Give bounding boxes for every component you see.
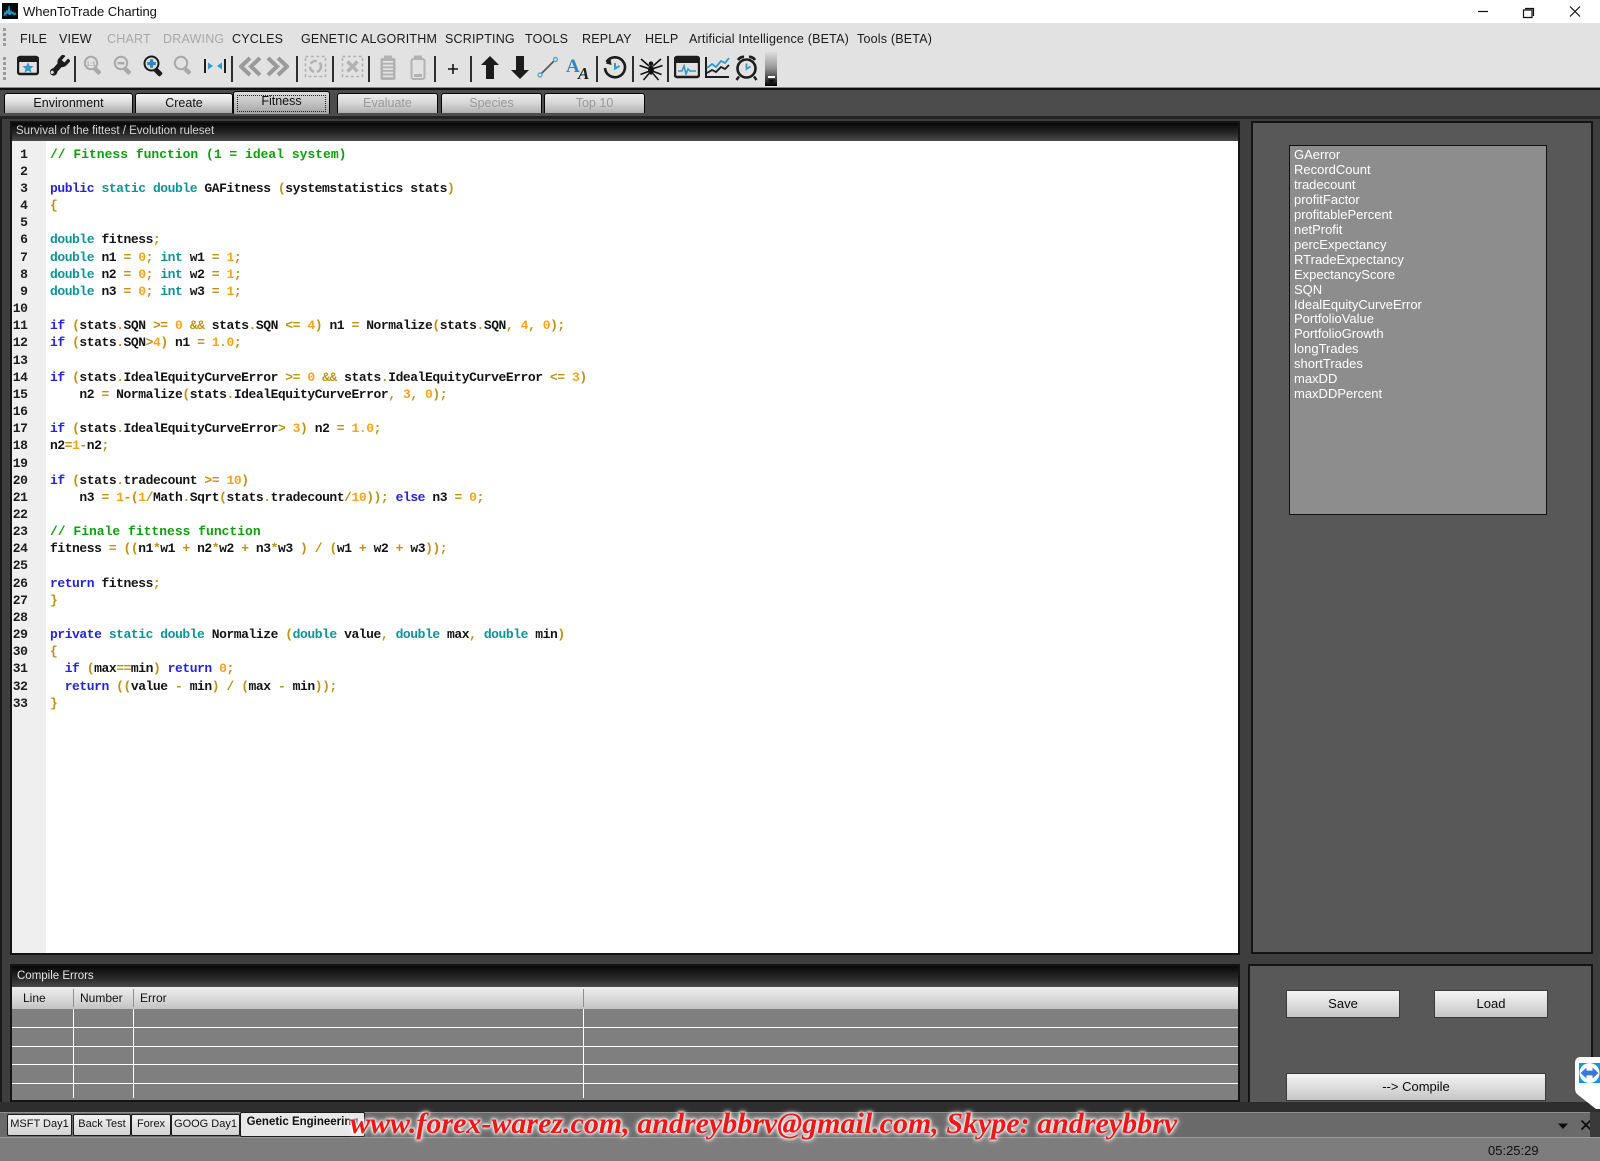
svg-text:A: A [577, 64, 589, 81]
svg-text:1:1: 1:1 [86, 61, 96, 68]
